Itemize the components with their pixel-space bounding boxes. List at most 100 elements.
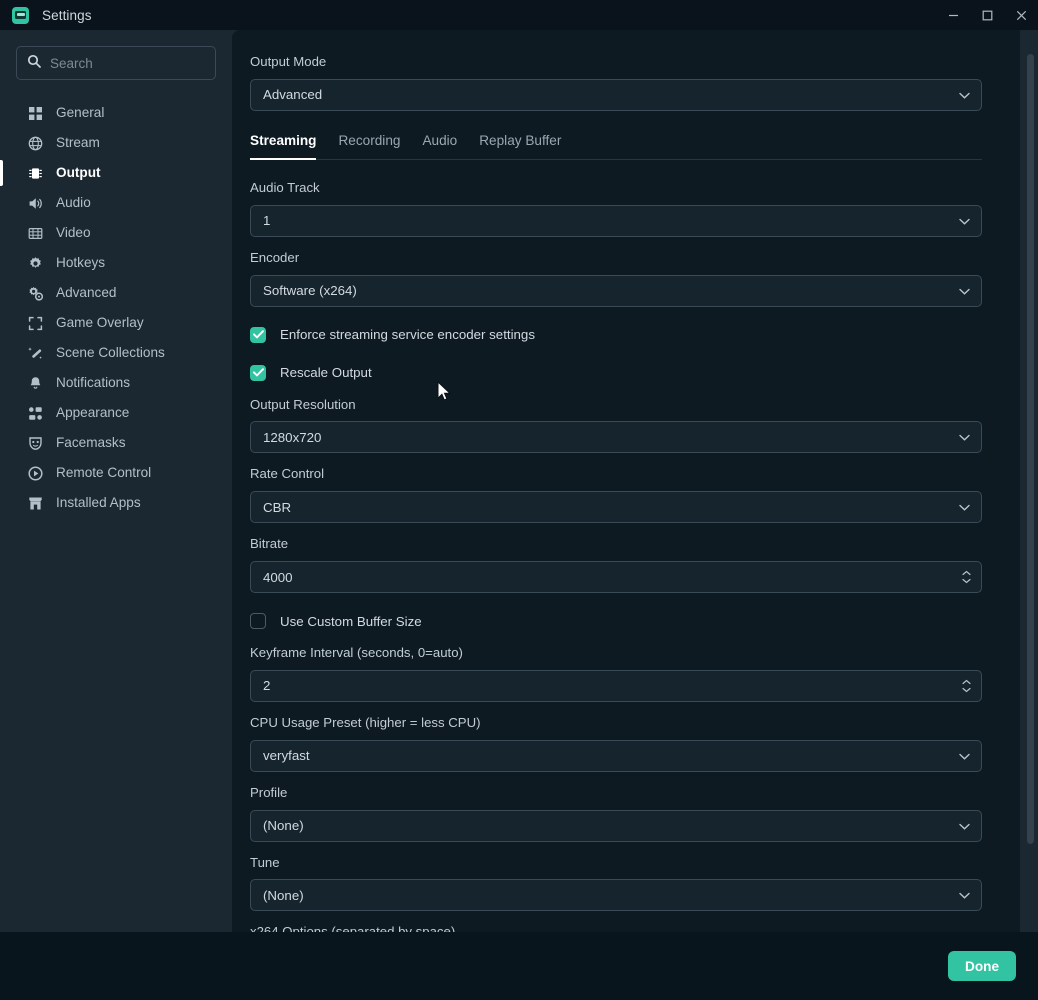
vertical-scrollbar[interactable] [1027, 54, 1034, 844]
chevron-down-icon [959, 818, 970, 833]
tab-replay-buffer[interactable]: Replay Buffer [479, 133, 561, 159]
audio-track-value: 1 [263, 213, 969, 228]
profile-value: (None) [263, 818, 969, 833]
window-body: General Stream Output Audio Video [0, 30, 1038, 932]
film-icon [26, 224, 44, 242]
output-tabs: Streaming Recording Audio Replay Buffer [250, 133, 982, 160]
window-title: Settings [42, 8, 92, 23]
sidebar: General Stream Output Audio Video [0, 30, 232, 932]
sidebar-item-video[interactable]: Video [0, 218, 232, 248]
rate-control-select[interactable]: CBR [250, 491, 982, 523]
bitrate-stepper[interactable] [962, 571, 971, 584]
custom-buffer-checkbox[interactable] [250, 613, 266, 629]
rescale-output-checkbox[interactable] [250, 365, 266, 381]
keyframe-interval-input[interactable]: 2 [250, 670, 982, 702]
sidebar-item-label: Output [56, 166, 101, 180]
tab-audio[interactable]: Audio [422, 133, 457, 159]
audio-track-label: Audio Track [250, 180, 982, 196]
globe-icon [26, 134, 44, 152]
grid-icon [26, 104, 44, 122]
speaker-icon [26, 194, 44, 212]
sidebar-item-label: Video [56, 226, 91, 240]
cpu-preset-value: veryfast [263, 748, 969, 763]
custom-buffer-label: Use Custom Buffer Size [280, 614, 422, 629]
sidebar-nav: General Stream Output Audio Video [0, 94, 232, 518]
keyframe-interval-value: 2 [263, 678, 969, 693]
chevron-down-icon [959, 500, 970, 515]
tab-streaming[interactable]: Streaming [250, 133, 316, 159]
sidebar-item-hotkeys[interactable]: Hotkeys [0, 248, 232, 278]
bitrate-input[interactable]: 4000 [250, 561, 982, 593]
play-circle-icon [26, 464, 44, 482]
encoder-label: Encoder [250, 250, 982, 266]
window-controls [936, 0, 1038, 30]
gears-icon [26, 284, 44, 302]
sidebar-item-label: Remote Control [56, 466, 151, 480]
keyframe-interval-label: Keyframe Interval (seconds, 0=auto) [250, 645, 982, 661]
done-button[interactable]: Done [948, 951, 1016, 981]
enforce-settings-checkbox[interactable] [250, 327, 266, 343]
sidebar-item-game-overlay[interactable]: Game Overlay [0, 308, 232, 338]
sidebar-item-label: Scene Collections [56, 346, 165, 360]
sidebar-item-output[interactable]: Output [0, 158, 232, 188]
sidebar-item-appearance[interactable]: Appearance [0, 398, 232, 428]
rescale-output-row[interactable]: Rescale Output [250, 363, 982, 383]
sidebar-item-stream[interactable]: Stream [0, 128, 232, 158]
sidebar-item-audio[interactable]: Audio [0, 188, 232, 218]
search-icon [27, 54, 41, 73]
chevron-down-icon [959, 748, 970, 763]
sidebar-item-notifications[interactable]: Notifications [0, 368, 232, 398]
sidebar-item-label: Hotkeys [56, 256, 105, 270]
maximize-icon[interactable] [970, 0, 1004, 30]
encoder-select[interactable]: Software (x264) [250, 275, 982, 307]
encoder-value: Software (x264) [263, 283, 969, 298]
sidebar-item-label: Notifications [56, 376, 130, 390]
tab-recording[interactable]: Recording [338, 133, 400, 159]
content-area: Output Mode Advanced Streaming Recording… [232, 30, 1038, 932]
sidebar-item-label: Appearance [56, 406, 129, 420]
audio-track-select[interactable]: 1 [250, 205, 982, 237]
search-box[interactable] [16, 46, 216, 80]
sidebar-item-label: Stream [56, 136, 100, 150]
sidebar-item-facemasks[interactable]: Facemasks [0, 428, 232, 458]
chip-icon [26, 164, 44, 182]
sidebar-item-label: Installed Apps [56, 496, 141, 510]
mask-icon [26, 434, 44, 452]
sidebar-item-label: Advanced [56, 286, 116, 300]
gear-icon [26, 254, 44, 272]
output-resolution-select[interactable]: 1280x720 [250, 421, 982, 453]
rate-control-value: CBR [263, 500, 969, 515]
sidebar-item-general[interactable]: General [0, 98, 232, 128]
store-icon [26, 494, 44, 512]
bitrate-value: 4000 [263, 570, 969, 585]
output-resolution-label: Output Resolution [250, 397, 982, 413]
x264-options-label: x264 Options (separated by space) [250, 924, 982, 932]
chevron-down-icon [959, 430, 970, 445]
rescale-output-label: Rescale Output [280, 365, 372, 380]
custom-buffer-row[interactable]: Use Custom Buffer Size [250, 611, 982, 631]
tune-label: Tune [250, 855, 982, 871]
streamlabs-icon [12, 7, 29, 24]
sidebar-item-scene-collections[interactable]: Scene Collections [0, 338, 232, 368]
chevron-down-icon [959, 213, 970, 228]
output-mode-select[interactable]: Advanced [250, 79, 982, 111]
keyframe-interval-stepper[interactable] [962, 679, 971, 692]
sidebar-item-installed-apps[interactable]: Installed Apps [0, 488, 232, 518]
cpu-preset-select[interactable]: veryfast [250, 740, 982, 772]
bell-icon [26, 374, 44, 392]
chevron-down-icon [959, 283, 970, 298]
minimize-icon[interactable] [936, 0, 970, 30]
search-input[interactable] [50, 56, 205, 71]
sidebar-item-label: Facemasks [56, 436, 126, 450]
profile-select[interactable]: (None) [250, 810, 982, 842]
enforce-settings-label: Enforce streaming service encoder settin… [280, 327, 535, 342]
output-mode-value: Advanced [263, 87, 969, 102]
tune-select[interactable]: (None) [250, 879, 982, 911]
sidebar-item-label: Audio [56, 196, 91, 210]
close-icon[interactable] [1004, 0, 1038, 30]
footer-bar: Done [0, 932, 1038, 1000]
sidebar-item-remote-control[interactable]: Remote Control [0, 458, 232, 488]
sidebar-item-advanced[interactable]: Advanced [0, 278, 232, 308]
wand-icon [26, 344, 44, 362]
enforce-settings-row[interactable]: Enforce streaming service encoder settin… [250, 325, 982, 345]
